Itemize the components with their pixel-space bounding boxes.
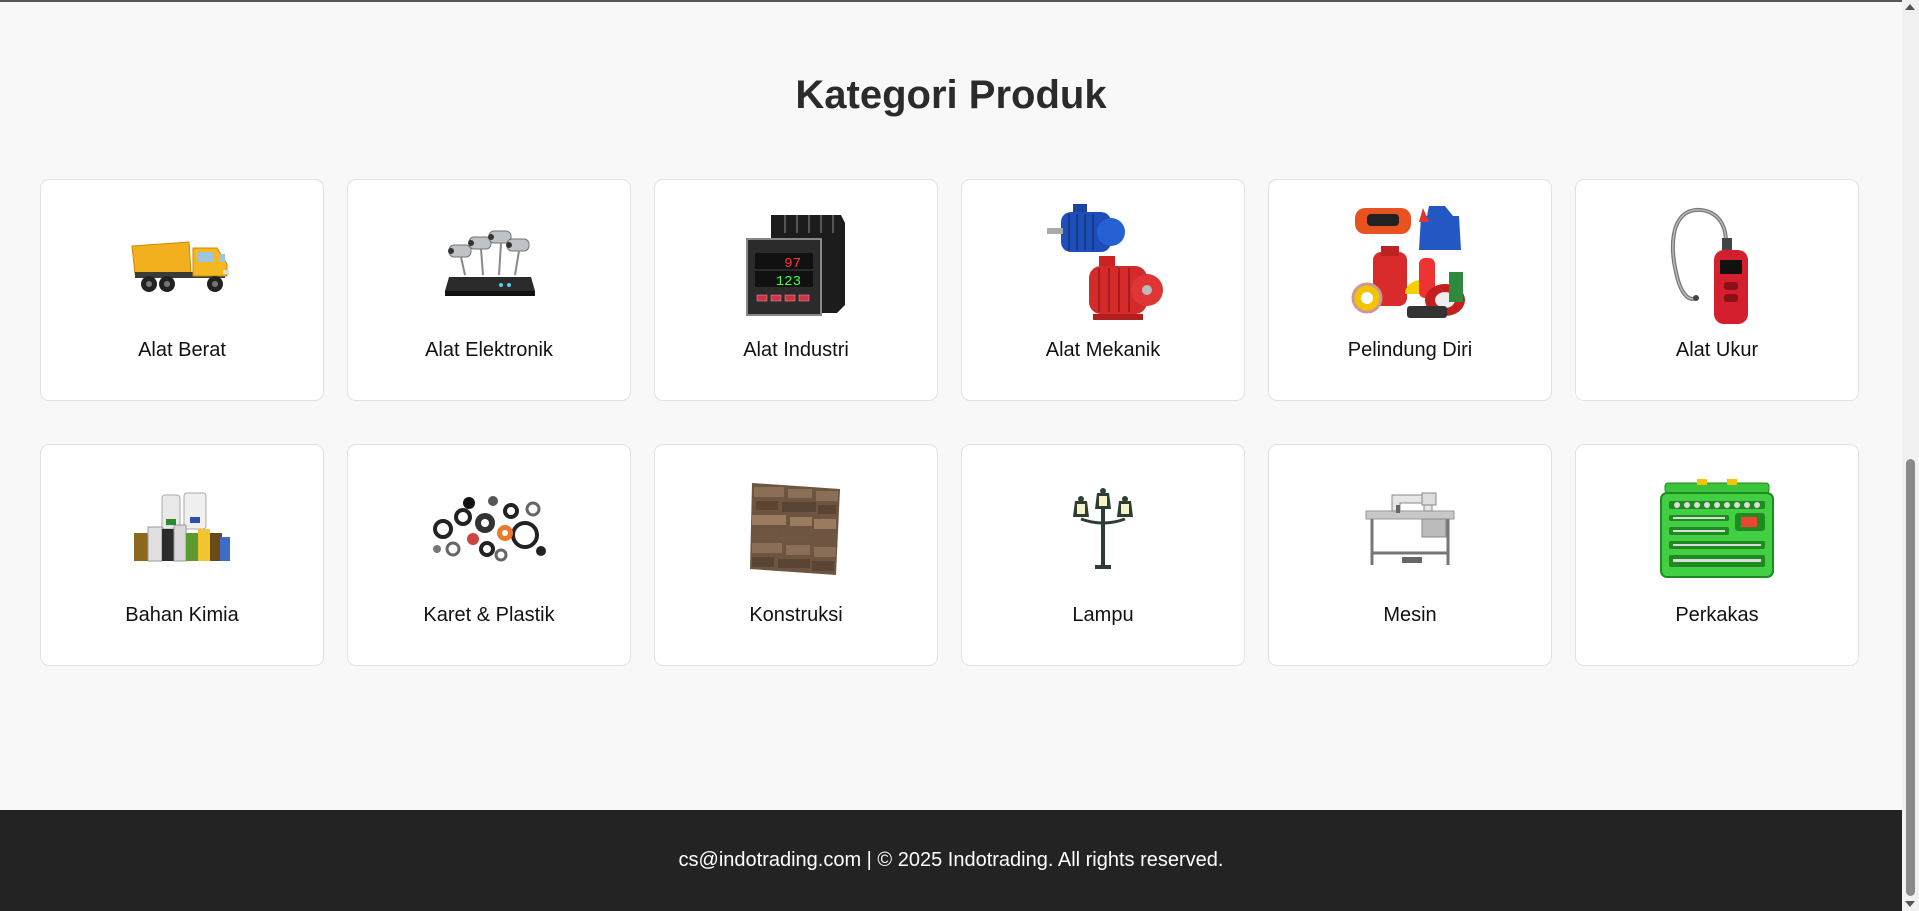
category-label: Alat Berat [138,339,226,361]
category-card-perkakas[interactable]: Perkakas [1575,444,1859,666]
footer: cs@indotrading.com | © 2025 Indotrading.… [0,810,1902,911]
category-card-alat-elektronik[interactable]: Alat Elektronik [347,179,631,401]
scroll-down-arrow-icon[interactable] [1905,901,1915,907]
category-card-alat-berat[interactable]: Alat Berat [40,179,324,401]
category-label: Alat Elektronik [425,339,553,361]
category-card-alat-industri[interactable]: 97 123 Alat Industri [654,179,938,401]
sewing-machine-icon [1340,467,1480,591]
vertical-scrollbar[interactable] [1902,0,1919,911]
toolbox-icon [1647,467,1787,591]
svg-text:123: 123 [776,274,801,290]
category-card-karet-plastik[interactable]: Karet & Plastik [347,444,631,666]
category-label: Karet & Plastik [423,604,555,626]
category-card-bahan-kimia[interactable]: Bahan Kimia [40,444,324,666]
category-label: Konstruksi [749,604,843,626]
category-label: Alat Mekanik [1045,339,1161,361]
category-label: Alat Industri [743,339,849,361]
electric-motor-icon [1033,202,1173,326]
street-lamp-icon [1033,467,1173,591]
gas-detector-icon [1647,202,1787,326]
category-label: Bahan Kimia [125,604,239,626]
stone-wall-panel-icon [726,467,866,591]
category-label: Alat Ukur [1675,339,1759,361]
category-label: Perkakas [1675,604,1759,626]
temperature-controller-icon: 97 123 [726,202,866,326]
footer-text: cs@indotrading.com | © 2025 Indotrading.… [678,849,1224,871]
category-card-alat-ukur[interactable]: Alat Ukur [1575,179,1859,401]
category-card-alat-mekanik[interactable]: Alat Mekanik [961,179,1245,401]
cctv-camera-icon [419,202,559,326]
category-card-konstruksi[interactable]: Konstruksi [654,444,938,666]
dump-truck-icon [112,202,252,326]
rubber-parts-icon [419,467,559,591]
scroll-up-arrow-icon[interactable] [1905,4,1915,10]
category-label: Lampu [1072,604,1134,626]
category-card-pelindung-diri[interactable]: Pelindung Diri [1268,179,1552,401]
chemical-bottles-icon [112,467,252,591]
category-card-lampu[interactable]: Lampu [961,444,1245,666]
page: Kategori Produk Alat Berat Alat Elektron… [0,0,1902,911]
safety-equipment-icon [1340,202,1480,326]
svg-text:97: 97 [784,256,801,272]
category-label: Pelindung Diri [1347,339,1473,361]
category-card-mesin[interactable]: Mesin [1268,444,1552,666]
page-title: Kategori Produk [795,73,1107,117]
scrollbar-thumb[interactable] [1906,459,1915,896]
category-label: Mesin [1383,604,1437,626]
